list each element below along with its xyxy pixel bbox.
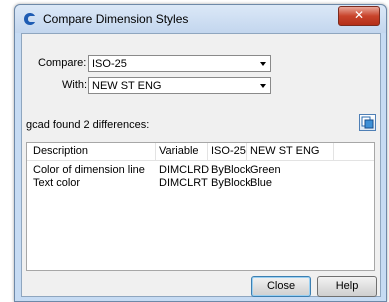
column-header-description[interactable]: Description	[33, 145, 88, 157]
with-value: NEW ST ENG	[92, 80, 162, 92]
compare-dropdown[interactable]: ISO-25	[88, 55, 271, 72]
column-divider[interactable]	[333, 143, 334, 160]
list-header: Description Variable ISO-25 NEW ST ENG	[27, 143, 374, 161]
dialog-body: Compare: ISO-25 With: NEW ST ENG gcad fo…	[21, 33, 381, 297]
column-header-variable[interactable]: Variable	[159, 145, 199, 157]
column-divider[interactable]	[207, 143, 208, 160]
row-style1-value: ByBlock	[211, 164, 251, 176]
row-style2-value: Blue	[250, 177, 273, 189]
copy-to-clipboard-icon	[361, 116, 374, 129]
chevron-down-icon	[260, 62, 266, 66]
row-style1-value: ByBlock	[211, 177, 251, 189]
list-item[interactable]: Text color DIMCLRT ByBlock Blue	[27, 177, 374, 190]
copy-to-clipboard-button[interactable]	[359, 114, 376, 131]
row-description: Color of dimension line	[33, 164, 145, 176]
column-header-style1[interactable]: ISO-25	[211, 145, 246, 157]
chevron-down-icon	[260, 84, 266, 88]
row-variable: DIMCLRD	[159, 164, 210, 176]
close-window-button[interactable]: ✕	[338, 6, 380, 26]
compare-value: ISO-25	[92, 58, 127, 70]
compare-label: Compare:	[38, 57, 87, 69]
column-divider[interactable]	[246, 143, 247, 160]
list-item[interactable]: Color of dimension line DIMCLRD ByBlock …	[27, 164, 374, 177]
differences-count-text: gcad found 2 differences:	[26, 119, 150, 131]
app-logo-icon	[24, 13, 35, 25]
title-bar[interactable]: Compare Dimension Styles ✕	[15, 5, 386, 33]
row-description: Text color	[33, 177, 81, 189]
differences-list[interactable]: Description Variable ISO-25 NEW ST ENG C…	[26, 142, 375, 271]
with-label: With:	[62, 79, 88, 91]
help-button[interactable]: Help	[317, 276, 377, 297]
column-divider[interactable]	[155, 143, 156, 160]
column-header-style2[interactable]: NEW ST ENG	[250, 145, 319, 157]
window-title: Compare Dimension Styles	[43, 12, 189, 26]
with-dropdown[interactable]: NEW ST ENG	[88, 77, 271, 94]
row-variable: DIMCLRT	[159, 177, 208, 189]
row-style2-value: Green	[250, 164, 281, 176]
compare-dialog: Compare Dimension Styles ✕ Compare: ISO-…	[14, 4, 387, 302]
close-button[interactable]: Close	[251, 276, 311, 297]
